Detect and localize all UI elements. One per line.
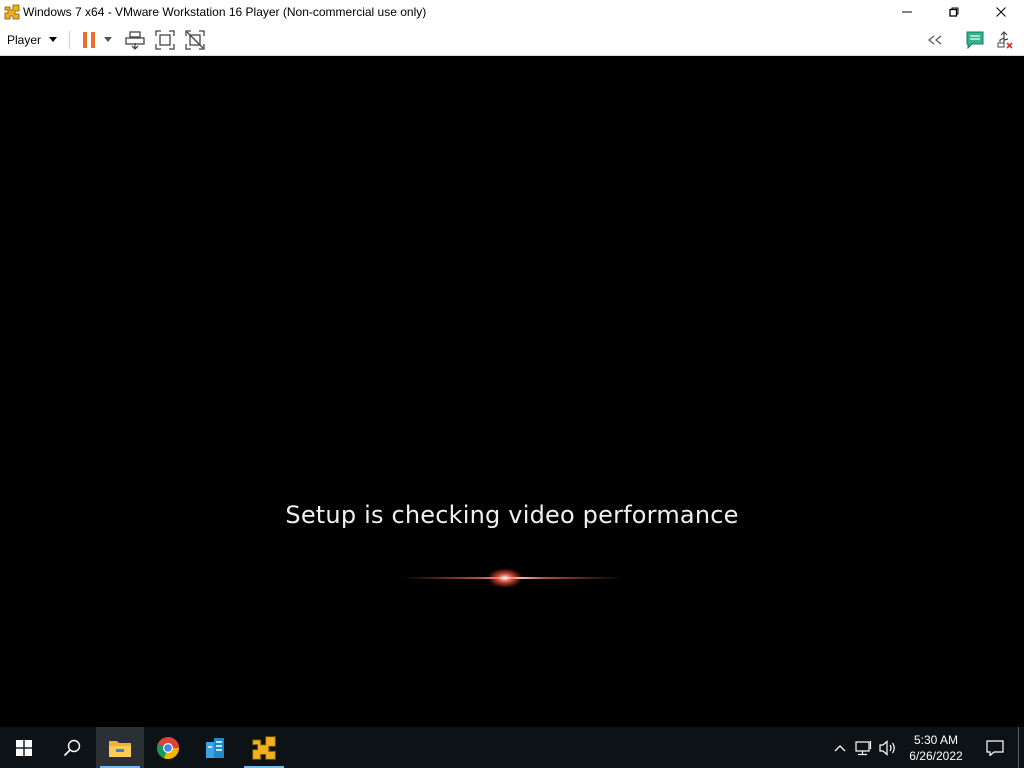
volume-tray-button[interactable] <box>876 727 900 768</box>
start-icon <box>16 739 32 756</box>
chevron-up-icon <box>834 744 846 751</box>
message-log-button[interactable] <box>962 27 988 53</box>
player-menu-label: Player <box>7 32 42 47</box>
restore-button[interactable] <box>930 0 977 24</box>
loading-flare-graphic <box>402 568 622 588</box>
search-icon <box>63 739 81 756</box>
unity-icon <box>185 29 205 50</box>
vm-display[interactable]: Setup is checking video performance <box>0 56 1024 727</box>
unity-button[interactable] <box>182 27 208 53</box>
taskbar-server-manager[interactable] <box>192 727 240 768</box>
taskbar-chrome[interactable] <box>144 727 192 768</box>
show-hidden-icons-button[interactable] <box>828 727 852 768</box>
setup-status-message: Setup is checking video performance <box>285 501 739 529</box>
close-icon <box>995 7 1006 17</box>
show-desktop-button[interactable] <box>1018 727 1024 768</box>
removable-devices-icon <box>997 30 1013 49</box>
window-title-bar[interactable]: Windows 7 x64 - VMware Workstation 16 Pl… <box>0 0 1024 24</box>
file-explorer-icon <box>109 740 131 757</box>
toolbar-divider <box>69 30 71 49</box>
taskbar-vmware-player[interactable] <box>240 727 288 768</box>
collapse-icon <box>928 35 942 44</box>
minimize-button[interactable] <box>883 0 930 24</box>
system-tray: 5:30 AM 6/26/2022 <box>828 727 1024 768</box>
message-log-icon <box>966 31 984 49</box>
volume-icon <box>879 739 895 756</box>
chrome-icon <box>156 736 180 759</box>
pause-button[interactable] <box>76 27 102 53</box>
taskbar-file-explorer[interactable] <box>96 727 144 768</box>
clock-date: 6/26/2022 <box>909 748 963 763</box>
collapse-toolbar-button[interactable] <box>922 27 948 53</box>
full-screen-button[interactable] <box>152 27 178 53</box>
window-title: Windows 7 x64 - VMware Workstation 16 Pl… <box>23 5 427 19</box>
send-ctrl-alt-del-icon <box>125 30 145 50</box>
network-tray-button[interactable] <box>852 727 876 768</box>
start-button[interactable] <box>0 727 48 768</box>
action-center-button[interactable] <box>972 727 1018 768</box>
pause-options-dropdown[interactable] <box>104 37 113 42</box>
full-screen-icon <box>155 29 175 50</box>
network-icon <box>855 740 872 755</box>
pause-icon <box>83 31 96 48</box>
taskbar: 5:30 AM 6/26/2022 <box>0 727 1024 768</box>
server-manager-icon <box>206 737 224 758</box>
close-button[interactable] <box>977 0 1024 24</box>
player-toolbar: Player <box>0 24 1024 56</box>
search-button[interactable] <box>48 727 96 768</box>
clock-time: 5:30 AM <box>913 732 959 747</box>
taskbar-clock[interactable]: 5:30 AM 6/26/2022 <box>900 732 972 764</box>
vmware-app-icon <box>4 4 20 20</box>
chevron-down-icon <box>49 37 58 42</box>
vmware-player-icon <box>252 735 276 760</box>
removable-devices-button[interactable] <box>992 27 1018 53</box>
minimize-icon <box>901 11 912 13</box>
notification-icon <box>986 739 1004 756</box>
player-menu-button[interactable]: Player <box>0 24 63 55</box>
send-ctrl-alt-del-button[interactable] <box>122 27 148 53</box>
restore-icon <box>948 7 958 17</box>
